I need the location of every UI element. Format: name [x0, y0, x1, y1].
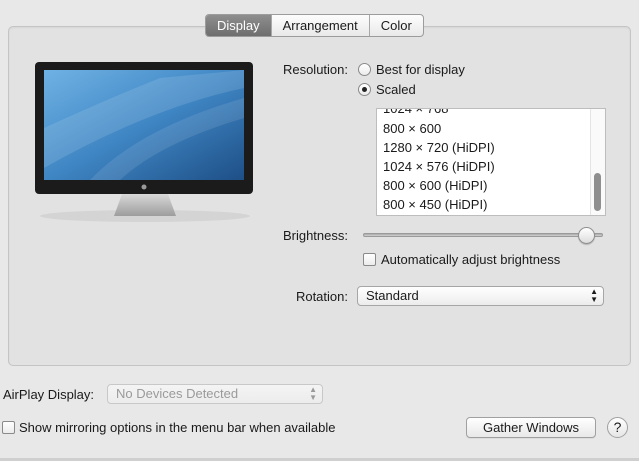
auto-brightness-checkbox[interactable]	[363, 253, 376, 266]
rotation-value: Standard	[366, 288, 419, 303]
tab-bar: Display Arrangement Color	[205, 14, 424, 37]
list-scrollbar[interactable]	[590, 109, 605, 215]
best-for-display-label: Best for display	[376, 62, 465, 77]
brightness-slider-knob[interactable]	[577, 227, 595, 244]
airplay-popup[interactable]: No Devices Detected ▲ ▼	[107, 384, 323, 404]
list-item[interactable]: 1280 × 720 (HiDPI)	[383, 140, 495, 155]
resolution-list[interactable]: 1024 × 768 800 × 600 1280 × 720 (HiDPI) …	[376, 108, 606, 216]
auto-brightness-label: Automatically adjust brightness	[381, 252, 561, 267]
list-item[interactable]: 800 × 450 (HiDPI)	[383, 197, 487, 212]
rotation-label: Rotation:	[295, 289, 348, 304]
tab-display[interactable]: Display	[206, 15, 271, 36]
brightness-slider-track[interactable]	[363, 233, 603, 237]
list-item[interactable]: 800 × 600 (HiDPI)	[383, 178, 487, 193]
apple-logo-icon	[141, 184, 147, 190]
tab-color[interactable]: Color	[368, 15, 423, 36]
gather-windows-button[interactable]: Gather Windows	[466, 417, 596, 438]
list-item[interactable]: 1024 × 768	[383, 109, 448, 116]
stepper-arrows-icon: ▲ ▼	[590, 287, 598, 304]
help-button[interactable]: ?	[607, 417, 628, 438]
radio-best-for-display[interactable]	[358, 63, 371, 76]
tab-arrangement[interactable]: Arrangement	[270, 15, 369, 36]
scroll-thumb[interactable]	[594, 173, 601, 211]
brightness-label: Brightness:	[282, 228, 348, 243]
airplay-value: No Devices Detected	[116, 386, 239, 401]
airplay-label: AirPlay Display:	[3, 387, 95, 402]
mirroring-checkbox[interactable]	[2, 421, 15, 434]
mirroring-label: Show mirroring options in the menu bar w…	[19, 420, 336, 435]
display-monitor-icon	[30, 58, 260, 228]
resolution-label: Resolution:	[282, 62, 348, 77]
stepper-arrows-icon: ▲ ▼	[309, 385, 317, 402]
scaled-label: Scaled	[376, 82, 416, 97]
list-item[interactable]: 800 × 600	[383, 121, 441, 136]
list-item[interactable]: 1024 × 576 (HiDPI)	[383, 159, 495, 174]
rotation-popup[interactable]: Standard ▲ ▼	[357, 286, 604, 306]
radio-scaled[interactable]	[358, 83, 371, 96]
